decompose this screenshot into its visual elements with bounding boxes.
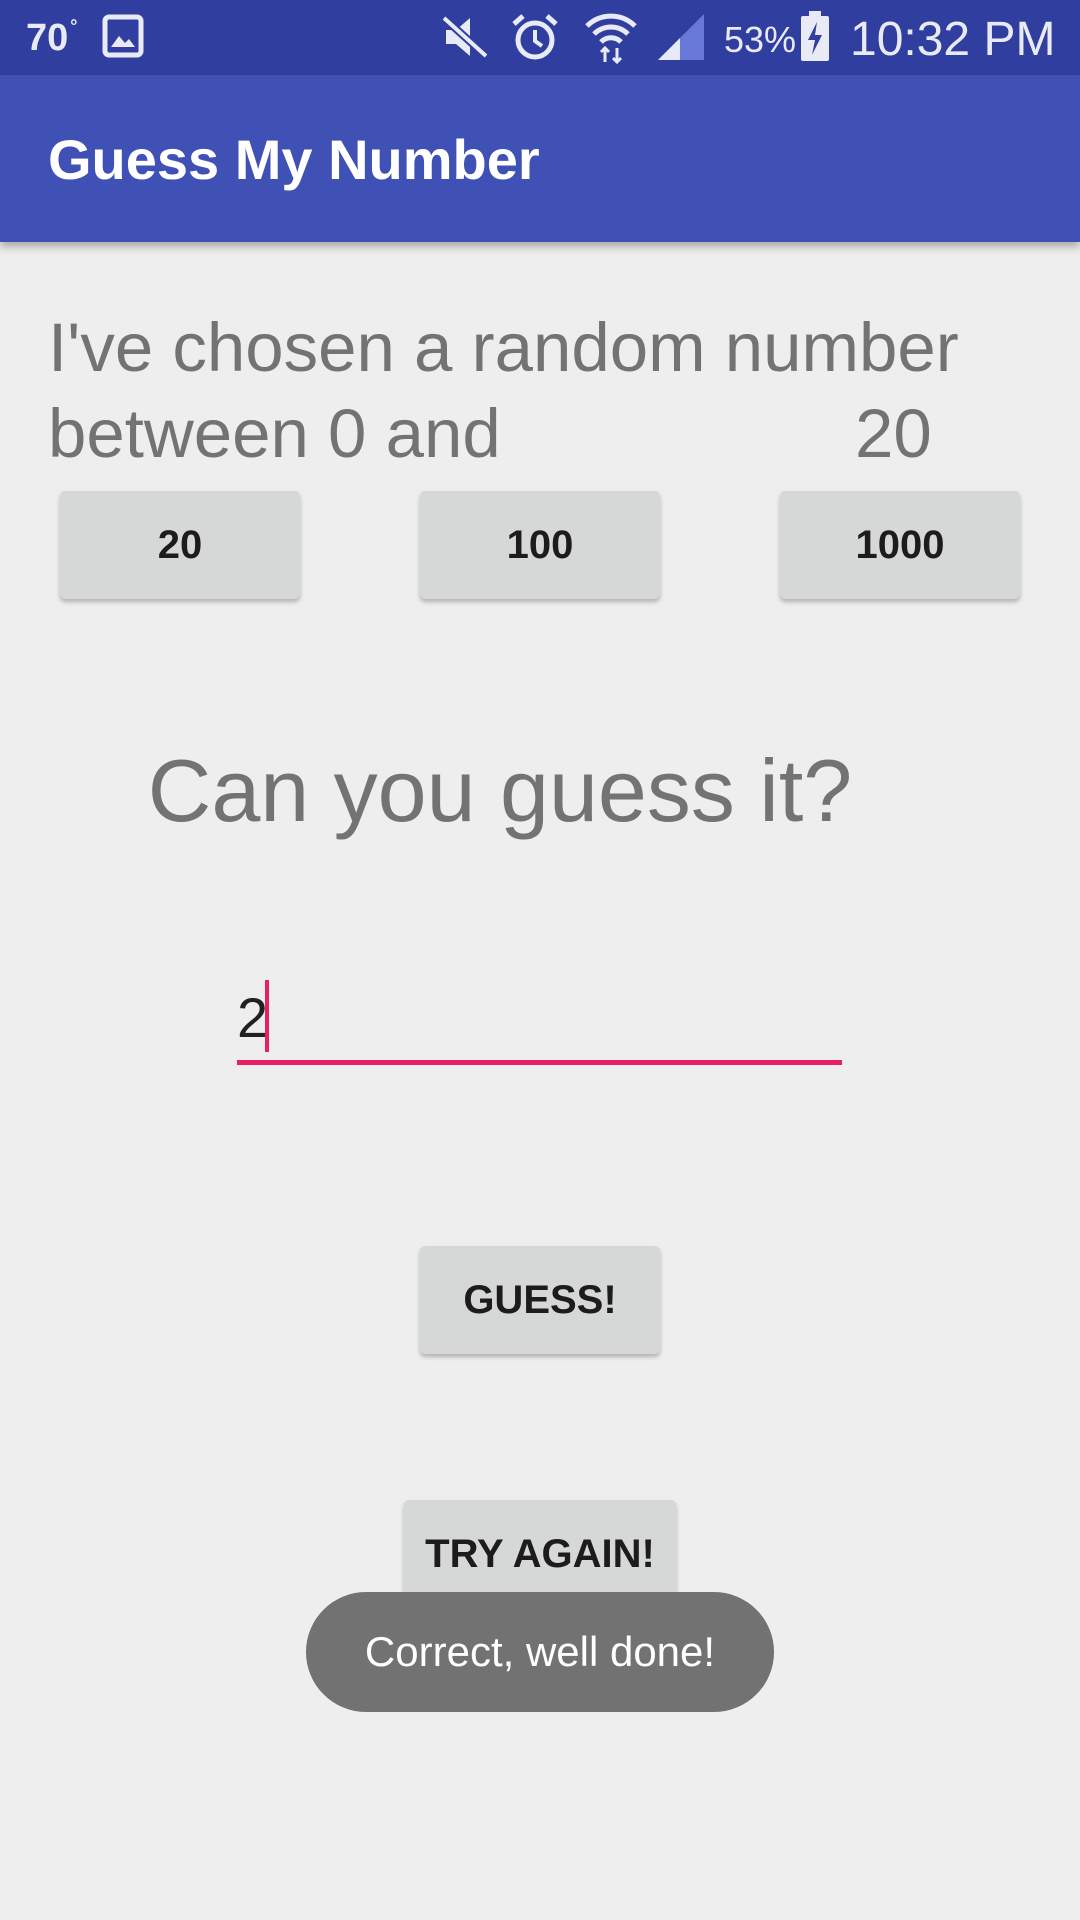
guess-prompt: Can you guess it? xyxy=(147,741,853,840)
app-bar: Guess My Number xyxy=(0,75,1080,242)
alarm-icon xyxy=(512,14,558,60)
signal-icon xyxy=(658,14,704,60)
mute-icon xyxy=(441,15,489,59)
status-time: 10:32 PM xyxy=(850,13,1056,66)
guess-button[interactable]: GUESS! xyxy=(420,1246,660,1354)
guess-input[interactable]: 2 xyxy=(237,975,842,1065)
range-20-button[interactable]: 20 xyxy=(60,491,300,599)
wifi-icon xyxy=(585,13,637,64)
battery-percent: 53% xyxy=(724,19,797,60)
image-notification-icon xyxy=(102,14,144,58)
text-cursor xyxy=(265,980,269,1052)
status-bar: 70 ° 53% 10:32 PM xyxy=(0,0,1080,75)
battery-charging-icon xyxy=(801,11,829,61)
app-title: Guess My Number xyxy=(48,128,540,191)
max-value-label: 20 xyxy=(855,395,932,472)
range-100-button[interactable]: 100 xyxy=(420,491,660,599)
range-1000-button[interactable]: 1000 xyxy=(780,491,1020,599)
toast-message: Correct, well done! xyxy=(306,1592,774,1712)
guess-input-value: 2 xyxy=(237,986,269,1049)
weather-temperature: 70 ° xyxy=(26,16,78,59)
